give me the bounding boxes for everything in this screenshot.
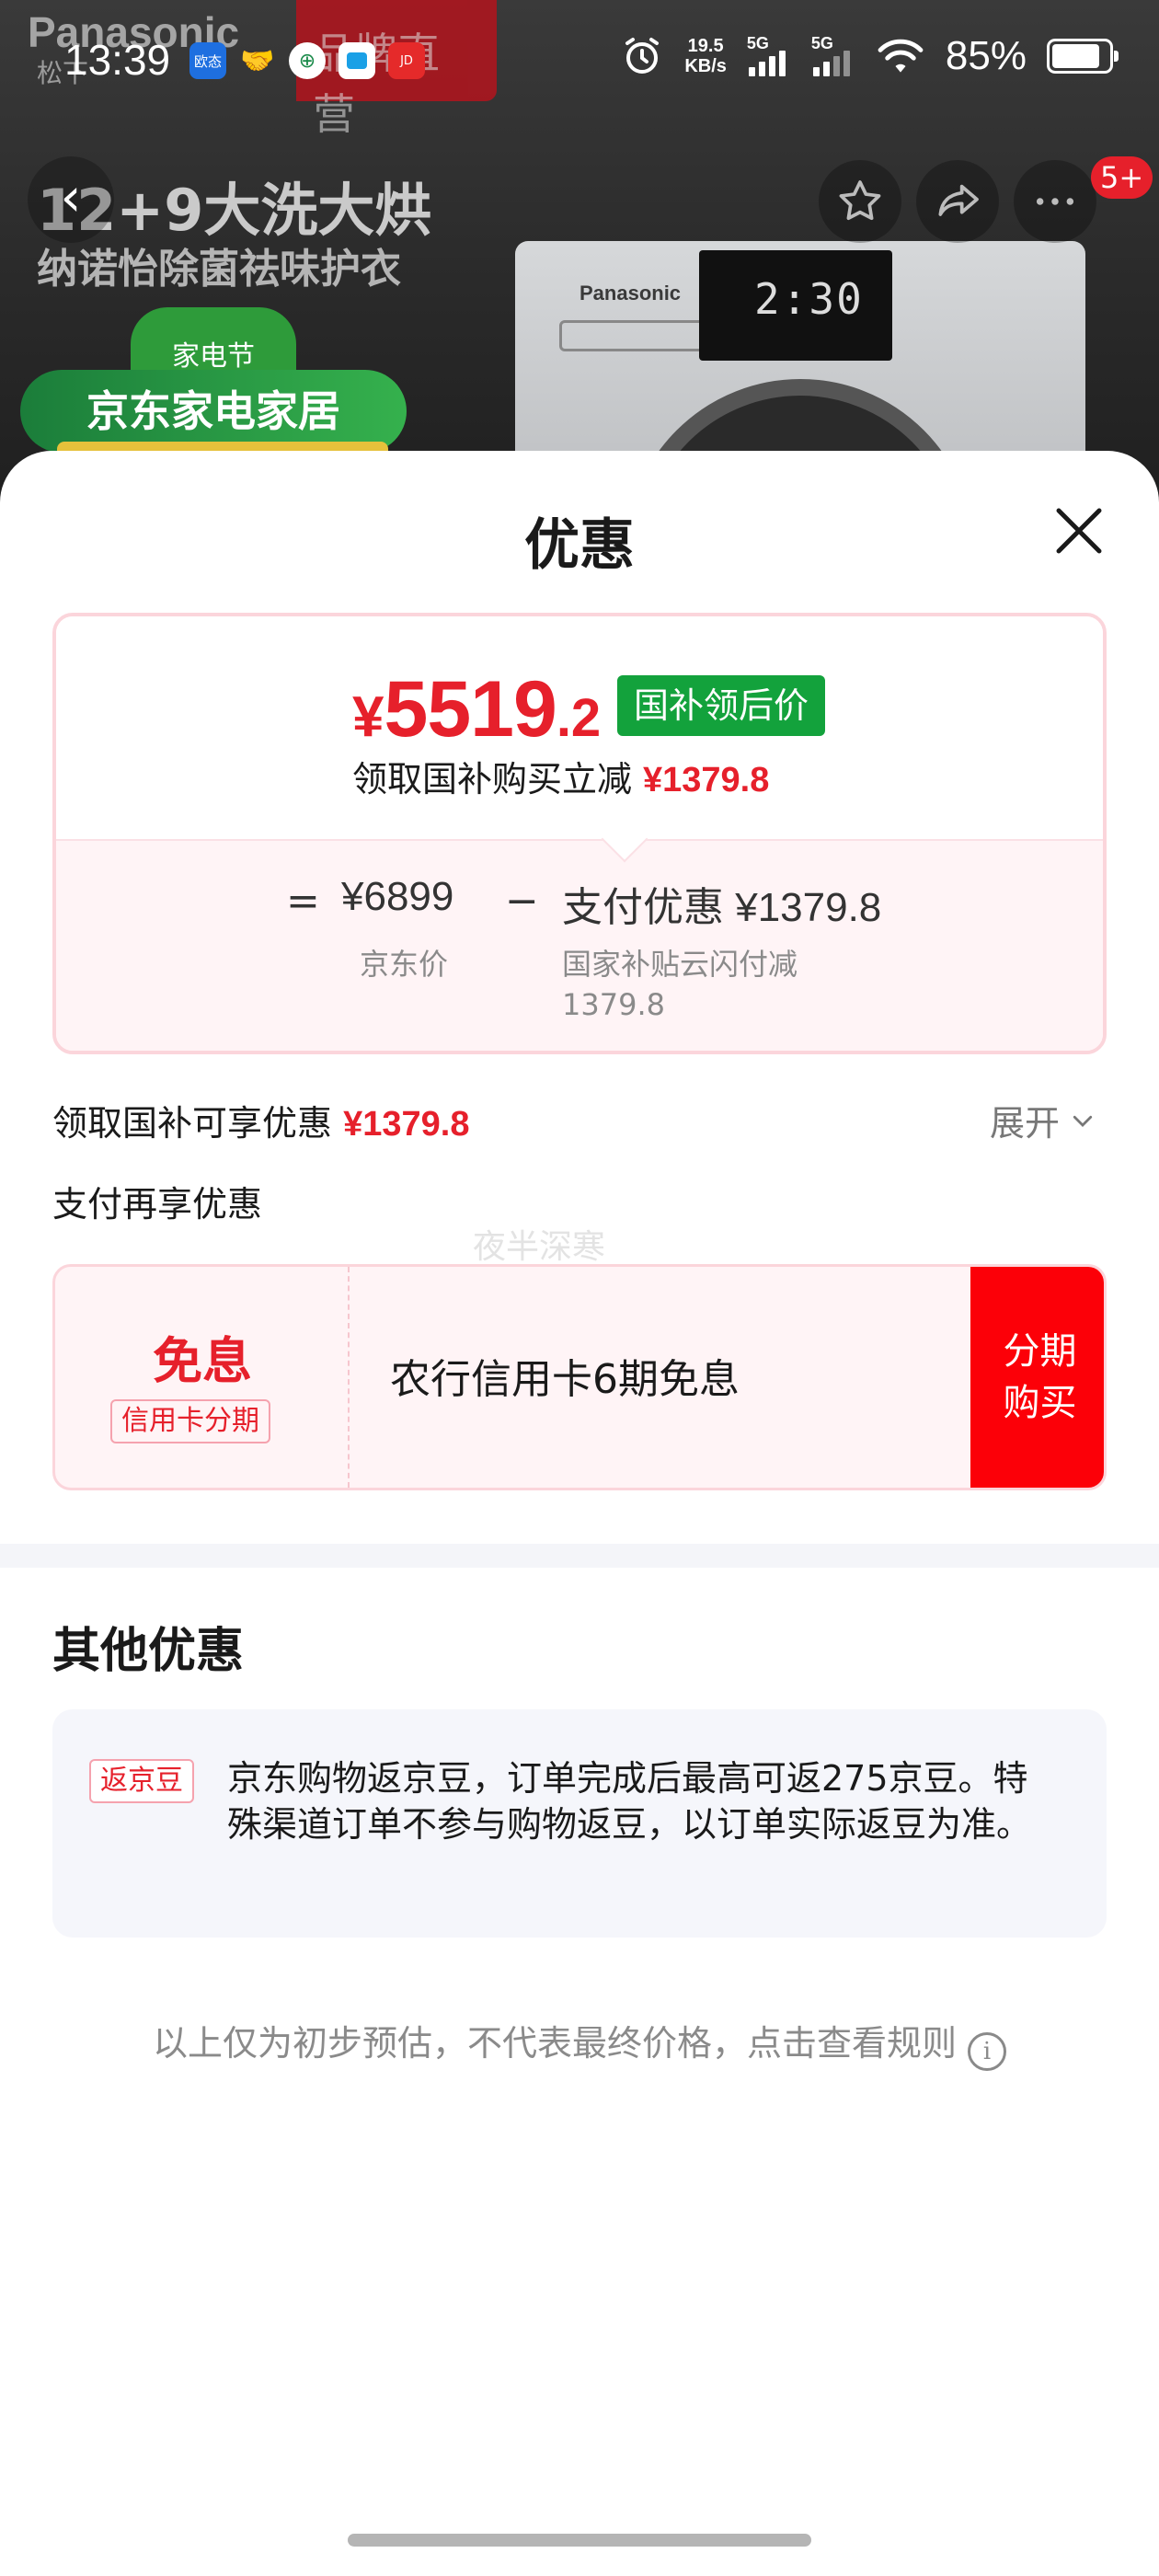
jd-app-icon: JD [388, 42, 425, 79]
rules-footnote[interactable]: 以上仅为初步预估，不代表最终价格，点击查看规则 i [0, 2015, 1159, 2071]
share-button[interactable] [916, 160, 999, 243]
sheet-title: 优惠 [524, 513, 635, 578]
jd-beans-text: 京东购物返京豆，订单完成后最高可返275京豆。特殊渠道订单不参与购物返豆，以订单… [227, 1758, 1032, 1845]
wifi-icon [878, 39, 924, 73]
jd-beans-card: 返京豆 京东购物返京豆，订单完成后最高可返275京豆。特殊渠道订单不参与购物返豆… [52, 1709, 1107, 1938]
gov-subsidy-price-tag: 国补领后价 [617, 675, 826, 736]
info-icon[interactable]: i [968, 2032, 1006, 2071]
washer-drawer [559, 320, 706, 351]
price-breakdown-card: = ¥6899 京东价 − 支付优惠 ¥1379.8 国家补贴云闪付减 1379.… [52, 613, 1107, 1054]
other-discounts-title: 其他优惠 [52, 1624, 245, 1679]
app-icon-ou: 欧态 [189, 42, 226, 79]
battery-icon [1047, 39, 1119, 74]
star-icon [839, 180, 881, 221]
favorite-button[interactable] [819, 160, 901, 243]
pay-discount-detail: 国家补贴云闪付减 1379.8 [562, 947, 798, 1022]
battery-percent: 85% [945, 33, 1027, 78]
credit-card-tag: 信用卡分期 [110, 1399, 270, 1443]
installment-offer-card[interactable]: 免息 信用卡分期 农行信用卡6期免息 分期 购买 [52, 1264, 1107, 1490]
washer-brand: Panasonic [580, 282, 682, 305]
equals-sign: = [286, 878, 320, 925]
alarm-icon [625, 38, 660, 74]
installment-buy-button[interactable]: 分期 购买 [970, 1267, 1104, 1488]
watermark: 夜半深寒 [473, 1228, 606, 1266]
chevron-left-icon: ‹ [60, 166, 82, 228]
expand-button[interactable]: 展开 [990, 1095, 1096, 1145]
back-button[interactable]: ‹ [28, 156, 114, 243]
chevron-down-icon [1073, 1115, 1093, 1127]
status-time: 13:39 [64, 36, 171, 84]
signal-icon: 5G [747, 34, 791, 76]
signal-icon-2: 5G [811, 34, 855, 76]
minus-sign: − [505, 878, 539, 925]
close-button[interactable] [1049, 500, 1109, 561]
promo-title: 京东家电家居 [20, 370, 407, 453]
status-bar: 13:39 欧态 🤝 ⊕ JD 19.5 KB/s 5G 5G 85% [0, 0, 1159, 125]
status-app-icons: 欧态 🤝 ⊕ JD [189, 42, 425, 79]
washer-time: 2:30 [754, 274, 864, 324]
washer-panel: 2:30 [699, 250, 892, 361]
net-speed: 19.5 KB/s [684, 36, 727, 76]
price-calculation: = ¥6899 京东价 − 支付优惠 ¥1379.8 国家补贴云闪付减 1379.… [56, 841, 1103, 1051]
interest-free-label: 免息 [153, 1332, 252, 1390]
handshake-icon: 🤝 [240, 44, 275, 77]
product-subline: 纳诺怡除菌祛味护衣 [37, 246, 401, 293]
final-price: ¥5519.2 [352, 665, 602, 753]
close-icon [1056, 508, 1102, 554]
more-icon [1036, 198, 1074, 205]
discount-sheet: 优惠 = ¥6899 京东价 − 支付优惠 ¥1379.8 国家补贴云闪付减 13… [0, 451, 1159, 2576]
more-button[interactable] [1014, 160, 1096, 243]
jd-price-label: 京东价 [360, 947, 449, 982]
pay-discount: 支付优惠 ¥1379.8 [562, 885, 882, 930]
section-divider [0, 1544, 1159, 1568]
cloud-app-icon [339, 42, 375, 79]
share-icon [938, 184, 979, 216]
claim-subsidy-line: 领取国补购买立减 ¥1379.8 [352, 759, 770, 799]
notification-badge: 5+ [1091, 156, 1153, 199]
gov-subsidy-row: 领取国补可享优惠 ¥1379.8 [52, 1103, 470, 1144]
jd-beans-tag: 返京豆 [89, 1759, 194, 1803]
home-indicator[interactable] [348, 2534, 811, 2547]
jd-price: ¥6899 [341, 874, 454, 919]
pay-more-label: 支付再享优惠 [52, 1184, 263, 1225]
installment-desc: 农行信用卡6期免息 [390, 1356, 740, 1403]
bank-icon: ⊕ [289, 42, 326, 79]
